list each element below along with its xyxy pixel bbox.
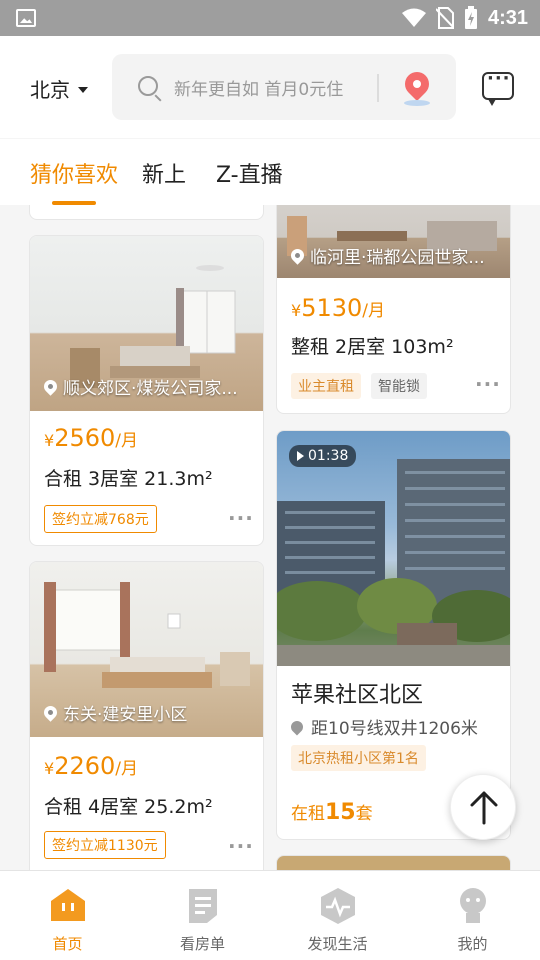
app-header: 北京 新年更自如 首月0元住: [0, 36, 540, 138]
listing-price: ¥2260/月: [44, 752, 138, 780]
battery-charging-icon: [464, 6, 477, 29]
play-icon: [297, 451, 304, 461]
status-bar: 4:31: [0, 0, 540, 36]
list-icon: [188, 889, 217, 923]
tab-new[interactable]: 新上: [142, 157, 186, 189]
price-value: 5130: [301, 294, 363, 322]
listing-photo: 顺义郊区·煤炭公司家...: [30, 236, 263, 411]
listing-feed[interactable]: 顺义郊区·煤炭公司家... ¥2560/月 合租 3居室 21.3m² 签约立减…: [0, 205, 540, 870]
wifi-icon: [401, 8, 426, 27]
nav-home-label: 首页: [52, 935, 83, 953]
location-pin-icon: [291, 246, 307, 265]
home-icon: [50, 889, 85, 921]
distance-text: 距10号线双井1206米: [311, 719, 478, 739]
listing-photo: 临河里·瑞都公园世家...: [277, 205, 510, 278]
nav-home[interactable]: 首页: [0, 871, 135, 960]
listing-photo: 东关·建安里小区: [30, 562, 263, 737]
location-pin-icon: [288, 718, 306, 735]
listing-card-partial[interactable]: [29, 205, 264, 220]
discover-icon: [320, 888, 355, 924]
discount-tag: 签约立减1130元: [44, 831, 166, 859]
listing-price: ¥2560/月: [44, 424, 138, 452]
nav-profile[interactable]: 我的: [405, 871, 540, 960]
search-input[interactable]: 新年更自如 首月0元住: [174, 75, 343, 100]
arrow-up-icon: [470, 791, 498, 825]
smart-lock-tag: 智能锁: [371, 373, 427, 399]
map-pin-icon[interactable]: [400, 67, 434, 101]
clock: 4:31: [487, 6, 528, 29]
listing-card-partial[interactable]: [276, 855, 511, 870]
video-duration-badge: 01:38: [289, 445, 357, 467]
nav-discover-label: 发现生活: [307, 935, 368, 953]
map-pin-shadow: [404, 100, 430, 106]
listing-card[interactable]: 顺义郊区·煤炭公司家... ¥2560/月 合租 3居室 21.3m² 签约立减…: [29, 235, 264, 546]
currency-symbol: ¥: [44, 759, 55, 778]
listing-price: ¥5130/月: [291, 294, 385, 322]
search-icon: [138, 76, 158, 96]
rent-count-value: 15: [325, 800, 356, 825]
location-text: 顺义郊区·煤炭公司家...: [63, 379, 238, 399]
price-value: 2560: [54, 424, 116, 452]
more-options-icon[interactable]: ···: [228, 834, 254, 858]
listing-location: 东关·建安里小区: [44, 700, 187, 725]
nav-discover[interactable]: 发现生活: [270, 871, 405, 960]
rent-suffix: 套: [355, 804, 373, 824]
nav-viewing-list-label: 看房单: [179, 935, 225, 953]
no-sim-icon: [435, 7, 454, 29]
chevron-down-icon: [78, 86, 88, 93]
search-bar[interactable]: 新年更自如 首月0元住: [112, 54, 456, 120]
city-selector[interactable]: 北京: [30, 74, 88, 103]
discount-tag: 签约立减768元: [44, 505, 157, 533]
listing-card[interactable]: 临河里·瑞都公园世家... ¥5130/月 整租 2居室 103m² 业主直租 …: [276, 205, 511, 414]
profile-icon: [459, 888, 486, 923]
community-distance: 距10号线双井1206米: [288, 714, 478, 739]
bottom-navigation: 首页 看房单 发现生活 我的: [0, 870, 540, 960]
rent-prefix: 在租: [291, 804, 325, 824]
listing-card[interactable]: 东关·建安里小区 ¥2260/月 合租 4居室 25.2m² 签约立减1130元…: [29, 561, 264, 870]
tab-recommended[interactable]: 猜你喜欢: [30, 157, 118, 189]
community-video-thumbnail[interactable]: 01:38: [277, 431, 510, 666]
rent-count: 在租15套: [291, 799, 373, 825]
more-options-icon[interactable]: ···: [228, 506, 254, 530]
nav-profile-label: 我的: [457, 935, 488, 953]
nav-viewing-list[interactable]: 看房单: [135, 871, 270, 960]
community-name: 苹果社区北区: [291, 683, 424, 708]
more-options-icon[interactable]: ···: [475, 372, 501, 396]
feed-tabs: 猜你喜欢 新上 Z-直播: [0, 139, 540, 205]
price-value: 2260: [54, 752, 116, 780]
listing-title: 合租 4居室 25.2m²: [44, 796, 213, 818]
price-unit: /月: [115, 759, 138, 779]
location-text: 东关·建安里小区: [63, 705, 188, 725]
listing-title: 合租 3居室 21.3m²: [44, 468, 213, 490]
search-divider: [377, 74, 379, 102]
listing-location: 临河里·瑞都公园世家...: [291, 243, 485, 268]
ranking-badge: 北京热租小区第1名: [291, 745, 426, 771]
location-text: 临河里·瑞都公园世家...: [310, 248, 485, 268]
price-unit: /月: [362, 301, 385, 321]
location-pin-icon: [44, 377, 60, 396]
listing-title: 整租 2居室 103m²: [291, 336, 454, 358]
scroll-to-top-button[interactable]: [450, 774, 516, 840]
currency-symbol: ¥: [44, 431, 55, 450]
tab-live[interactable]: Z-直播: [216, 157, 283, 189]
listing-location: 顺义郊区·煤炭公司家...: [44, 374, 238, 399]
message-icon[interactable]: [482, 68, 514, 106]
currency-symbol: ¥: [291, 301, 302, 320]
gallery-notification-icon: [16, 9, 36, 27]
video-duration: 01:38: [308, 448, 349, 464]
owner-direct-tag: 业主直租: [291, 373, 361, 399]
city-label: 北京: [30, 78, 70, 102]
price-unit: /月: [115, 431, 138, 451]
location-pin-icon: [44, 703, 60, 722]
